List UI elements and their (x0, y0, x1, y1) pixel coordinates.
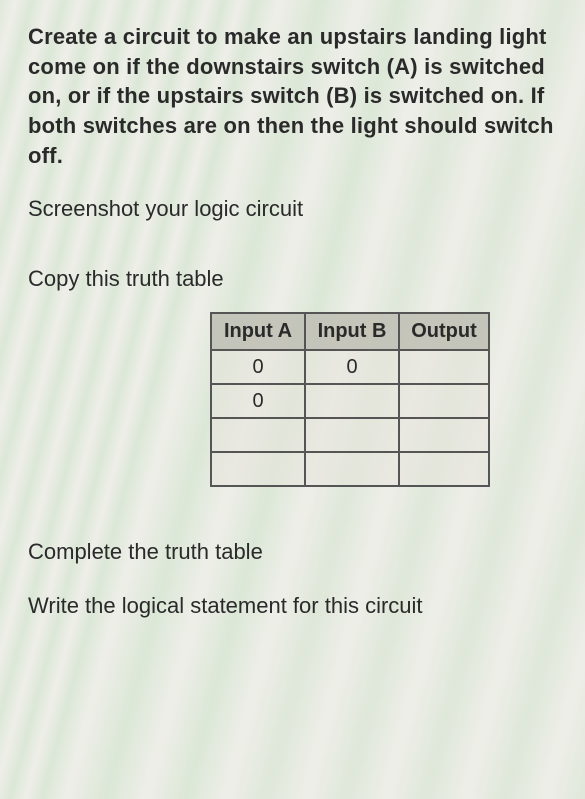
instruction-paragraph: Create a circuit to make an upstairs lan… (28, 22, 557, 170)
table-row: 0 0 (211, 350, 489, 384)
table-header-row: Input A Input B Output (211, 313, 489, 350)
header-input-a: Input A (211, 313, 305, 350)
header-output: Output (399, 313, 489, 350)
table-row (211, 452, 489, 486)
cell-b (305, 452, 399, 486)
cell-out (399, 452, 489, 486)
cell-b: 0 (305, 350, 399, 384)
cell-out (399, 350, 489, 384)
cell-b (305, 384, 399, 418)
cell-b (305, 418, 399, 452)
cell-a (211, 418, 305, 452)
cell-a: 0 (211, 350, 305, 384)
header-input-b: Input B (305, 313, 399, 350)
table-row: 0 (211, 384, 489, 418)
complete-instruction: Complete the truth table (28, 539, 557, 565)
cell-a: 0 (211, 384, 305, 418)
cell-out (399, 384, 489, 418)
truth-table: Input A Input B Output 0 0 0 (210, 312, 490, 487)
table-row (211, 418, 489, 452)
write-instruction: Write the logical statement for this cir… (28, 593, 557, 619)
truth-table-container: Input A Input B Output 0 0 0 (143, 312, 557, 487)
screenshot-instruction: Screenshot your logic circuit (28, 196, 557, 222)
copy-instruction: Copy this truth table (28, 266, 557, 292)
cell-a (211, 452, 305, 486)
cell-out (399, 418, 489, 452)
